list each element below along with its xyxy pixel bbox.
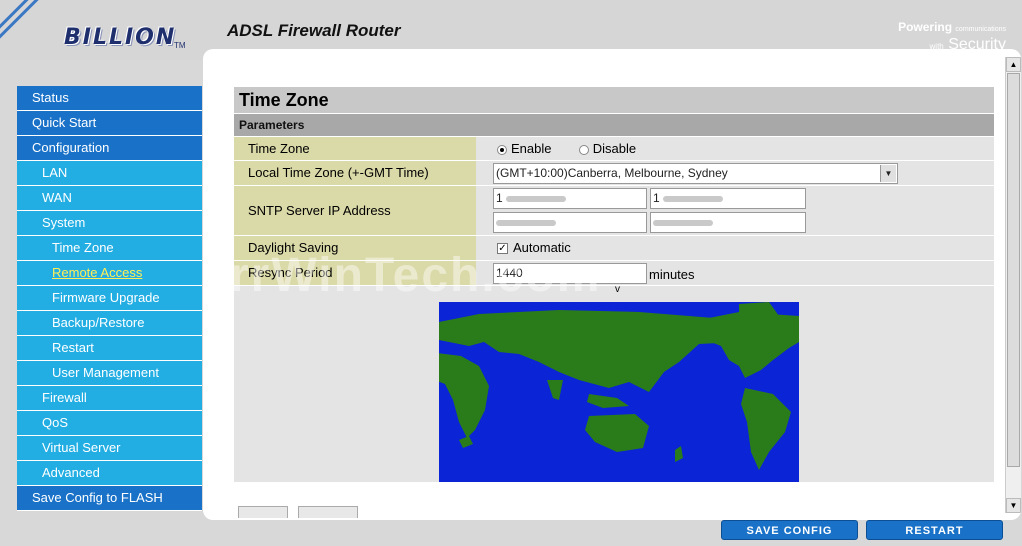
sidebar-item-lan[interactable]: LAN bbox=[17, 161, 202, 186]
sidebar-item-quick-start[interactable]: Quick Start bbox=[17, 111, 202, 136]
disable-label: Disable bbox=[592, 141, 637, 156]
world-map-area: v bbox=[234, 284, 994, 482]
row-local-time-zone: Local Time Zone (+-GMT Time) (GMT+10:00)… bbox=[234, 160, 994, 185]
enable-radio[interactable] bbox=[497, 144, 507, 155]
row-sntp-server: SNTP Server IP Address 1 1 bbox=[234, 185, 994, 235]
redacted-mark bbox=[506, 195, 567, 202]
local-time-zone-cell: (GMT+10:00)Canberra, Melbourne, Sydney ▼ bbox=[477, 161, 994, 185]
enable-label: Enable bbox=[511, 141, 552, 156]
sidebar-item-configuration[interactable]: Configuration bbox=[17, 136, 202, 161]
local-time-zone-value: (GMT+10:00)Canberra, Melbourne, Sydney bbox=[496, 166, 728, 180]
time-zone-label: Time Zone bbox=[234, 137, 476, 160]
tagline-powering: Powering bbox=[898, 20, 953, 34]
resync-period-input[interactable]: 1440 bbox=[493, 263, 647, 284]
sidebar-item-qos[interactable]: QoS bbox=[17, 411, 202, 436]
sidebar-item-save-config[interactable]: Save Config to FLASH bbox=[17, 486, 202, 511]
resync-period-cell: 1440 minutes bbox=[477, 261, 994, 285]
local-time-zone-select[interactable]: (GMT+10:00)Canberra, Melbourne, Sydney ▼ bbox=[493, 163, 898, 184]
sntp-server-2-value: 1 bbox=[653, 191, 660, 205]
sidebar-item-advanced[interactable]: Advanced bbox=[17, 461, 202, 486]
main-panel: Time Zone Parameters Time Zone Enable Di… bbox=[203, 49, 1021, 520]
cancel-button[interactable] bbox=[298, 506, 358, 518]
sidebar-item-system[interactable]: System bbox=[17, 211, 202, 236]
automatic-label: Automatic bbox=[513, 240, 571, 255]
sidebar-item-virtual-server[interactable]: Virtual Server bbox=[17, 436, 202, 461]
time-zone-form: Time Zone Parameters Time Zone Enable Di… bbox=[234, 87, 994, 482]
page-title: Time Zone bbox=[234, 87, 994, 113]
row-resync-period: Resync Period 1440 minutes bbox=[234, 260, 994, 285]
row-daylight-saving: Daylight Saving ✓ Automatic bbox=[234, 235, 994, 260]
redacted-mark bbox=[496, 219, 556, 226]
map-marker: v bbox=[615, 284, 620, 295]
redacted-mark bbox=[663, 195, 724, 202]
sidebar-item-firewall[interactable]: Firewall bbox=[17, 386, 202, 411]
restart-button[interactable]: RESTART bbox=[866, 520, 1003, 540]
sidebar-item-user-management[interactable]: User Management bbox=[17, 361, 202, 386]
save-config-button[interactable]: SAVE CONFIG bbox=[721, 520, 858, 540]
chevron-down-icon[interactable]: ▼ bbox=[880, 165, 896, 182]
resync-period-label: Resync Period bbox=[234, 261, 476, 285]
scrollbar-thumb[interactable] bbox=[1007, 73, 1020, 467]
sidebar-item-restart[interactable]: Restart bbox=[17, 336, 202, 361]
sidebar-item-status[interactable]: Status bbox=[17, 86, 202, 111]
sidebar-item-time-zone[interactable]: Time Zone bbox=[17, 236, 202, 261]
redacted-mark bbox=[653, 219, 713, 226]
resync-period-value: 1440 bbox=[496, 266, 523, 280]
tagline-communications: communications bbox=[955, 26, 1006, 33]
daylight-saving-label: Daylight Saving bbox=[234, 236, 476, 260]
scroll-up-icon[interactable]: ▲ bbox=[1006, 57, 1021, 72]
row-time-zone: Time Zone Enable Disable bbox=[234, 136, 994, 160]
action-bar: SAVE CONFIG RESTART bbox=[0, 519, 1022, 546]
apply-button[interactable] bbox=[238, 506, 288, 518]
scroll-down-icon[interactable]: ▼ bbox=[1006, 498, 1021, 513]
sidebar-item-remote-access[interactable]: Remote Access bbox=[17, 261, 202, 286]
product-title: ADSL Firewall Router bbox=[227, 21, 401, 40]
sidebar-link-remote-access[interactable]: Remote Access bbox=[52, 265, 142, 280]
sntp-server-3-input[interactable] bbox=[493, 212, 647, 233]
sidebar-nav: Status Quick Start Configuration LAN WAN… bbox=[17, 86, 202, 511]
sidebar-item-backup-restore[interactable]: Backup/Restore bbox=[17, 311, 202, 336]
sntp-server-4-input[interactable] bbox=[650, 212, 806, 233]
sntp-server-cell: 1 1 bbox=[477, 186, 994, 235]
disable-radio[interactable] bbox=[578, 144, 589, 155]
sntp-server-1-input[interactable]: 1 bbox=[493, 188, 647, 209]
automatic-checkbox[interactable]: ✓ bbox=[497, 243, 508, 255]
sntp-server-1-value: 1 bbox=[496, 191, 503, 205]
world-map[interactable] bbox=[439, 302, 799, 482]
local-time-zone-label: Local Time Zone (+-GMT Time) bbox=[234, 161, 476, 185]
minutes-label: minutes bbox=[649, 267, 695, 282]
corner-decoration bbox=[0, 0, 44, 40]
trademark: TM bbox=[174, 41, 186, 50]
daylight-saving-cell: ✓ Automatic bbox=[477, 236, 994, 260]
time-zone-options: Enable Disable bbox=[477, 137, 994, 160]
sntp-server-2-input[interactable]: 1 bbox=[650, 188, 806, 209]
parameters-header: Parameters bbox=[234, 114, 994, 136]
billion-logo: BILLION bbox=[64, 25, 177, 50]
vertical-scrollbar[interactable]: ▲ ▼ bbox=[1005, 57, 1021, 513]
sntp-server-label: SNTP Server IP Address bbox=[234, 186, 476, 235]
sidebar-item-firmware-upgrade[interactable]: Firmware Upgrade bbox=[17, 286, 202, 311]
sidebar-item-wan[interactable]: WAN bbox=[17, 186, 202, 211]
